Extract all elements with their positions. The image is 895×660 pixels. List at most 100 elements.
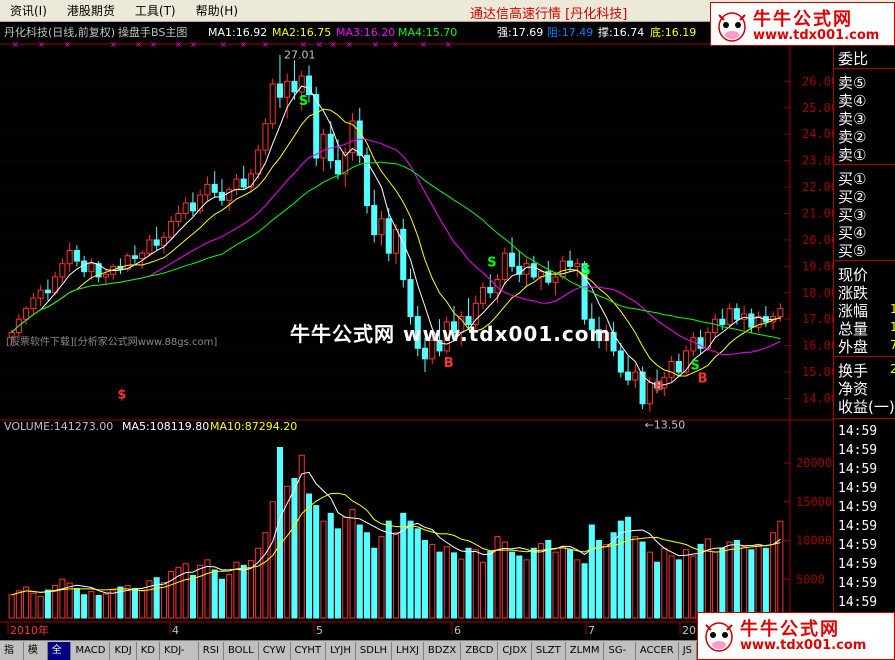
candle-body (487, 287, 494, 294)
volume-bar (226, 574, 233, 619)
toolbar-zbcd-button[interactable]: ZBCD (461, 641, 499, 660)
toolbar-cyht-button[interactable]: CYHT (291, 641, 327, 660)
volume-bar (342, 516, 349, 619)
toolbar-sdlh-button[interactable]: SDLH (356, 641, 393, 660)
candle-body (240, 178, 247, 188)
toolbar-lhxj-button[interactable]: LHXJ (392, 641, 424, 660)
toolbar-bdzx-button[interactable]: BDZX (424, 641, 462, 660)
menu-info[interactable]: 资讯(I) (0, 2, 57, 19)
candle-body (552, 276, 559, 283)
volume-bar (349, 509, 356, 619)
candle-body (146, 239, 153, 254)
toolbar-sg-lb-button[interactable]: SG-LB (604, 641, 636, 660)
volume-bar (414, 528, 421, 619)
candle-body (313, 94, 320, 159)
candle-body (298, 75, 305, 93)
candle-body (189, 202, 196, 212)
toolbar-lyjh-button[interactable]: LYJH (326, 641, 356, 660)
volume-bar (298, 454, 305, 619)
volume-bar (508, 551, 516, 619)
quote-value: 1 (890, 302, 895, 316)
volume-bar (262, 532, 269, 619)
candle-body (479, 287, 487, 304)
volume-bar (479, 561, 487, 619)
candle-body (712, 318, 719, 333)
panel-separator (834, 68, 895, 69)
toolbar-rsi-button[interactable]: RSI (199, 641, 224, 660)
quote-value: 7 (890, 338, 895, 352)
menu-help[interactable]: 帮助(H) (186, 2, 248, 19)
signal-s: S (582, 263, 591, 278)
toolbar-kd-button[interactable]: KD (137, 641, 160, 660)
header-support: 撑:16.74 (598, 25, 644, 39)
volume-bar (697, 543, 704, 619)
trade-time: 14:59 (838, 500, 878, 515)
signal-marker: × (346, 40, 353, 49)
toolbar---button[interactable]: 指标 (0, 641, 24, 660)
volume-bar (450, 552, 458, 619)
toolbar---button[interactable]: 模板 (24, 641, 48, 660)
volume-bar (690, 555, 697, 619)
candle-body (334, 160, 342, 175)
toolbar-macd-button[interactable]: MACD (71, 641, 111, 660)
volume-bar (211, 569, 218, 619)
volume-bar (139, 590, 146, 619)
toolbar-slzt-button[interactable]: SLZT (532, 641, 566, 660)
toolbar-boll-button[interactable]: BOLL (224, 641, 259, 660)
toolbar---button[interactable]: 全部 (47, 641, 72, 660)
toolbar-kdj-tdx-button[interactable]: KDJ-TDX (160, 641, 199, 660)
volume-bar (755, 543, 762, 619)
volume-bar (436, 551, 443, 619)
candle-body (421, 347, 429, 360)
candle-body (508, 252, 516, 267)
trade-time: 14:59 (838, 519, 878, 534)
toolbar-js-button[interactable]: JS (679, 641, 698, 660)
trade-time: 14:59 (838, 576, 878, 591)
signal-marker: × (135, 40, 142, 49)
signal-b: B (698, 372, 708, 387)
toolbar-cjdx-button[interactable]: CJDX (498, 641, 532, 660)
volume-bar (719, 547, 726, 619)
toolbar-accer-button[interactable]: ACCER (636, 641, 679, 660)
toolbar-kdj-button[interactable]: KDJ (110, 641, 137, 660)
volume-bar (66, 582, 73, 619)
signal-marker: × (445, 40, 452, 49)
volume-bar (581, 563, 588, 619)
signal-marker: × (372, 40, 379, 49)
volume-bar (8, 594, 15, 619)
toolbar-zlmm-button[interactable]: ZLMM (566, 641, 605, 660)
logo-url: www.tdx001.com (740, 638, 867, 653)
volume-bar (421, 540, 429, 619)
x-tick-label: 5 (316, 624, 323, 637)
candle-body (23, 308, 30, 320)
volume-bar (523, 559, 530, 619)
volume-bar (465, 547, 472, 619)
signal-marker: × (12, 40, 19, 49)
volume-bar (131, 588, 138, 619)
volume-bar (625, 516, 632, 619)
signal-marker: × (150, 40, 157, 49)
price-tick-label: 16.00 (802, 339, 833, 353)
toolbar-cyw-button[interactable]: CYW (259, 641, 291, 660)
volume-tick-label: 15000 (796, 495, 832, 509)
volume-bar (538, 543, 545, 619)
volume-bar (182, 563, 189, 619)
candle-body (30, 297, 37, 310)
logo-url: www.tdx001.com (753, 28, 880, 43)
indicator-toolbar: 指标模板全部MACDKDJKDKDJ-TDXRSIBOLLCYWCYHTLYJH… (0, 640, 698, 660)
volume-bar (516, 555, 523, 619)
price-tick-label: 17.00 (802, 312, 833, 326)
volume-bar (617, 520, 624, 619)
price-tick-label: 26.00 (802, 74, 833, 88)
signal-marker: × (392, 40, 399, 49)
volume-tick-label: 10000 (796, 534, 832, 548)
x-tick-label: 7 (588, 624, 595, 637)
volume-bar (102, 593, 109, 619)
menu-hk-futures[interactable]: 港股期货 (57, 2, 125, 19)
volume-bar (574, 559, 581, 619)
volume-bar (327, 512, 334, 619)
volume-bar (320, 520, 327, 619)
candle-body (88, 263, 95, 273)
menu-tools[interactable]: 工具(T) (125, 2, 186, 19)
candle-body (719, 318, 726, 326)
